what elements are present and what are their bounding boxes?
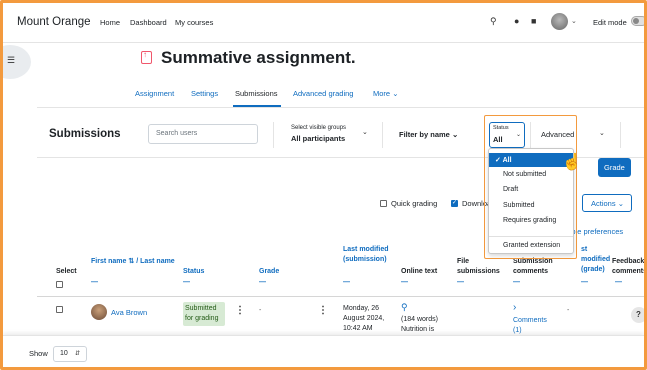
- stepper-icon: ⇵: [75, 351, 81, 357]
- page-size-select[interactable]: 10: [53, 346, 87, 362]
- column-collapse-icon[interactable]: —: [457, 279, 464, 286]
- grade-column-header[interactable]: Grade: [259, 267, 279, 277]
- pagination-footer: Show 10 ⇵: [3, 335, 644, 367]
- secondary-navigation: Assignment Settings Submissions Advanced…: [37, 82, 644, 108]
- comments-link[interactable]: Comments (1): [513, 316, 553, 336]
- status-option-granted-extension[interactable]: Granted extension: [489, 239, 573, 253]
- tab-settings[interactable]: Settings: [191, 89, 218, 98]
- last-modified-value: Monday, 26 August 2024, 10:42 AM: [343, 305, 385, 332]
- notification-bell-icon[interactable]: ●: [514, 16, 519, 26]
- row-actions-kebab-icon[interactable]: ⋮: [235, 305, 245, 316]
- page-title: Summative assignment.: [161, 48, 356, 67]
- nav-home-link[interactable]: Home: [100, 18, 120, 27]
- status-column-header[interactable]: Status: [183, 267, 204, 277]
- status-badge: Submitted for grading: [183, 302, 225, 326]
- column-collapse-icon[interactable]: —: [513, 279, 520, 286]
- check-icon: ✓: [495, 157, 501, 164]
- search-icon[interactable]: ⚲: [490, 16, 497, 27]
- grade-value: -: [259, 307, 262, 314]
- online-text-value: (184 words) Nutrition is: [401, 315, 457, 335]
- user-menu-chevron-down-icon[interactable]: ⌄: [571, 17, 577, 25]
- status-option-all[interactable]: ✓ All: [489, 153, 573, 167]
- edit-mode-toggle[interactable]: [631, 16, 644, 26]
- submission-comments-column-header: Submission comments: [513, 258, 553, 275]
- screenshot-frame: Mount Orange Home Dashboard My courses ⚲…: [0, 0, 647, 370]
- online-text-word-count: (184 words): [401, 316, 438, 323]
- chevron-right-icon[interactable]: ›: [513, 302, 516, 313]
- tab-assignment[interactable]: Assignment: [135, 89, 174, 98]
- student-name-link[interactable]: Ava Brown: [111, 308, 147, 317]
- feedback-comments-column-header: Feedback comments: [612, 258, 647, 275]
- nav-dashboard-link[interactable]: Dashboard: [130, 18, 167, 27]
- tab-advanced-grading[interactable]: Advanced grading: [293, 89, 353, 98]
- status-option-draft[interactable]: Draft: [489, 183, 573, 197]
- status-option-submitted[interactable]: Submitted: [489, 199, 573, 213]
- column-collapse-icon[interactable]: —: [259, 279, 266, 286]
- hand-cursor-icon: ☝: [562, 154, 582, 171]
- tab-more[interactable]: More ⌄: [373, 89, 398, 98]
- groups-selector-label: Select visible groups: [291, 125, 347, 131]
- toolbar-divider: [273, 122, 274, 148]
- assignment-icon: [141, 50, 152, 64]
- first-name-column-header[interactable]: First name ⇅ / Last name: [91, 257, 175, 267]
- avatar[interactable]: [91, 304, 107, 320]
- column-collapse-icon[interactable]: —: [401, 279, 408, 286]
- filter-by-name-label: Filter by name: [399, 130, 450, 139]
- status-option-label: All: [502, 157, 512, 164]
- chevron-down-icon: ⌄: [451, 130, 459, 139]
- row-select-checkbox[interactable]: [56, 306, 63, 313]
- help-icon[interactable]: ?: [631, 307, 644, 323]
- last-modified-grade-column-header[interactable]: st modified (grade): [581, 245, 613, 275]
- tab-submissions[interactable]: Submissions: [235, 89, 278, 98]
- tab-more-label: More: [373, 89, 391, 98]
- site-brand[interactable]: Mount Orange: [17, 16, 91, 28]
- filter-by-name-button[interactable]: Filter by name ⌄: [399, 130, 458, 139]
- chevron-down-icon: ⌄: [617, 199, 624, 208]
- groups-selector-value[interactable]: All participants: [291, 134, 345, 143]
- column-collapse-icon[interactable]: —: [615, 279, 622, 286]
- last-modified-submission-column-header[interactable]: Last modified (submission): [343, 245, 393, 265]
- file-submissions-column-header: File submissions: [457, 258, 500, 275]
- status-option-not-submitted[interactable]: Not submitted: [489, 168, 573, 182]
- column-collapse-icon[interactable]: —: [183, 279, 190, 286]
- select-all-checkbox[interactable]: [56, 281, 63, 288]
- quick-grading-label: Quick grading: [391, 199, 438, 208]
- quick-grading-checkbox[interactable]: [380, 200, 387, 207]
- submissions-heading: Submissions: [49, 128, 121, 140]
- actions-button[interactable]: Actions ⌄: [582, 194, 632, 212]
- sort-icon: ⇅: [128, 258, 135, 265]
- online-text-preview: Nutrition is: [401, 326, 435, 333]
- groups-chevron-down-icon[interactable]: ⌄: [362, 128, 368, 136]
- active-tab-indicator: [233, 105, 281, 107]
- grade-button[interactable]: Grade: [598, 158, 631, 177]
- user-avatar[interactable]: [551, 13, 568, 30]
- last-name-header-label[interactable]: / Last name: [136, 258, 175, 265]
- messages-icon[interactable]: ■: [531, 16, 536, 26]
- course-index-drawer-button[interactable]: ☰: [3, 45, 31, 79]
- select-column-header: Select: [56, 268, 77, 275]
- actions-label: Actions: [591, 199, 616, 208]
- last-modified-grade-value: -: [567, 307, 570, 314]
- chevron-down-icon: ⌄: [392, 89, 399, 98]
- toolbar-divider: [382, 122, 383, 148]
- search-users-input[interactable]: Search users: [148, 124, 258, 144]
- toolbar-divider: [620, 122, 621, 148]
- table-header-divider: [37, 296, 644, 297]
- top-navbar: Mount Orange Home Dashboard My courses ⚲…: [3, 3, 644, 43]
- hamburger-icon: ☰: [7, 55, 16, 65]
- online-text-column-header: Online text: [401, 268, 438, 275]
- edit-mode-label: Edit mode: [593, 18, 627, 27]
- column-collapse-icon[interactable]: —: [343, 279, 350, 286]
- grade-actions-kebab-icon[interactable]: ⋮: [318, 305, 328, 316]
- download-checkbox[interactable]: [451, 199, 458, 207]
- advanced-chevron-down-icon[interactable]: ⌄: [599, 129, 605, 137]
- menu-divider: [489, 236, 573, 237]
- first-name-header-label: First name: [91, 258, 127, 265]
- status-option-requires-grading[interactable]: Requires grading: [489, 214, 573, 228]
- nav-my-courses-link[interactable]: My courses: [175, 18, 213, 27]
- column-collapse-icon[interactable]: —: [581, 279, 588, 286]
- magnify-icon[interactable]: ⚲: [401, 302, 408, 313]
- column-collapse-icon[interactable]: —: [91, 279, 98, 286]
- show-label: Show: [29, 349, 48, 358]
